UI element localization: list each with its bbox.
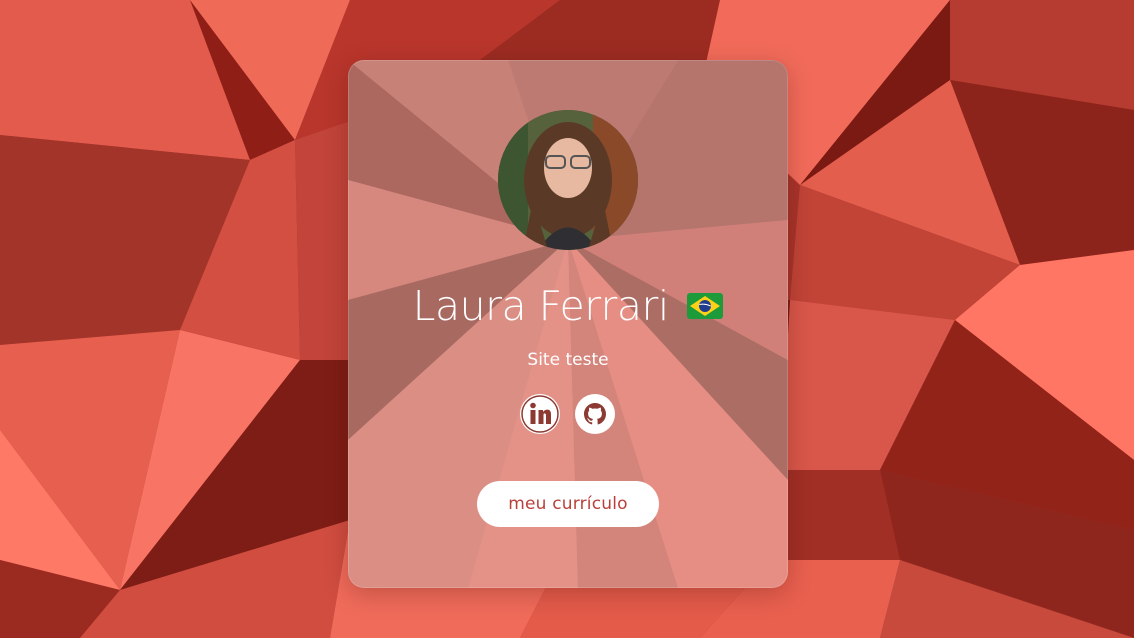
profile-name: Laura Ferrari: [412, 282, 670, 330]
brazil-flag-icon: [687, 293, 724, 319]
avatar: [498, 110, 638, 250]
avatar-photo: [498, 110, 638, 250]
github-link[interactable]: [575, 394, 615, 434]
github-icon: [576, 395, 614, 433]
linkedin-icon: [521, 395, 559, 433]
resume-button[interactable]: meu currículo: [477, 481, 659, 527]
profile-card: Laura Ferrari Site teste meu currículo: [348, 60, 788, 588]
profile-name-row: Laura Ferrari: [348, 282, 788, 330]
profile-subtitle: Site teste: [527, 350, 609, 370]
linkedin-link[interactable]: [520, 394, 560, 434]
